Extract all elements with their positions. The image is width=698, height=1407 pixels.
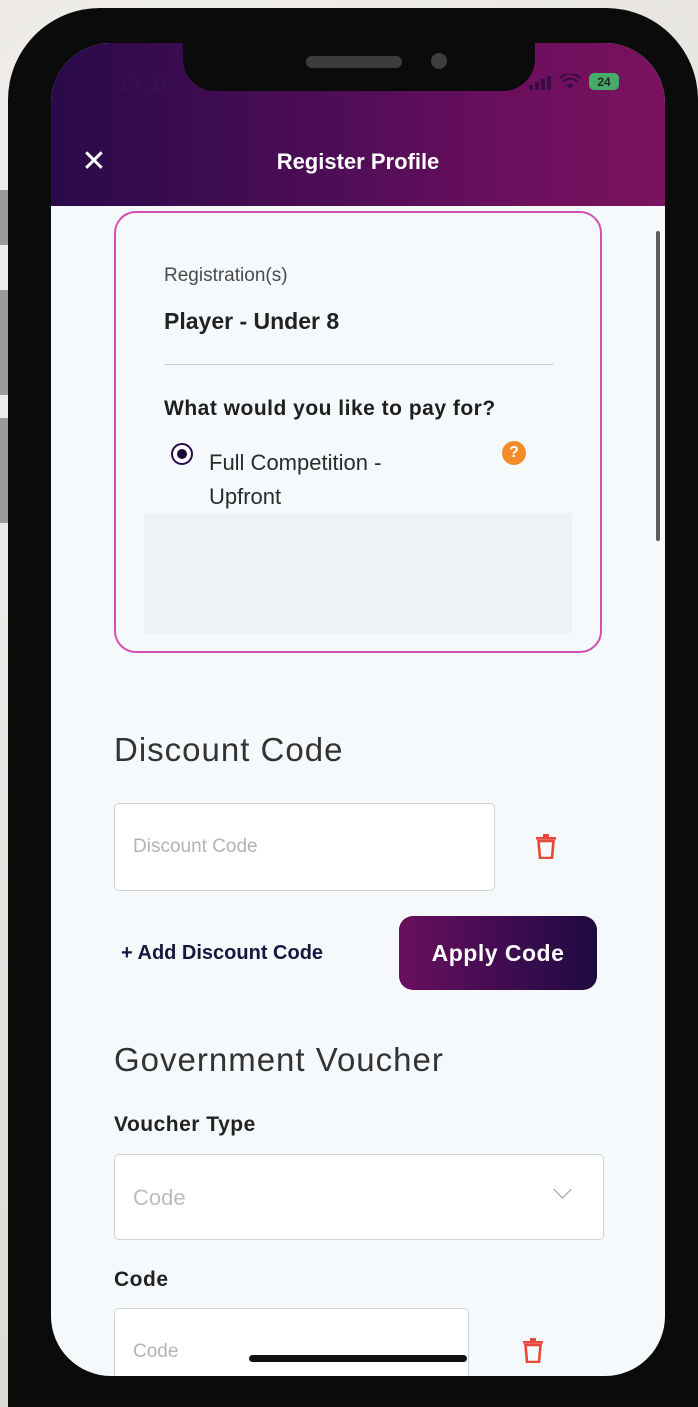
voucher-section-title: Government Voucher: [114, 1041, 444, 1078]
home-indicator[interactable]: [249, 1355, 467, 1362]
voucher-code-placeholder: Code: [133, 1341, 179, 1362]
voucher-type-label: Voucher Type: [114, 1113, 256, 1136]
apply-code-button[interactable]: Apply Code: [399, 916, 597, 990]
speaker: [306, 56, 402, 68]
app-screen: 13:10 24 ✕ Register Profile Registration…: [51, 43, 665, 1376]
status-time: 13:10: [117, 71, 174, 96]
discount-code-input[interactable]: Discount Code: [114, 803, 495, 891]
payment-option-radio[interactable]: [171, 443, 193, 465]
scrollbar[interactable]: [656, 231, 660, 541]
delete-voucher-icon[interactable]: [522, 1337, 544, 1363]
registration-card: Registration(s) Player - Under 8 What wo…: [114, 211, 602, 653]
add-discount-code-link[interactable]: + Add Discount Code: [121, 942, 323, 965]
registration-value: Player - Under 8: [164, 308, 340, 334]
payment-option-label[interactable]: Full Competition - Upfront: [209, 446, 449, 514]
signal-icon: [529, 74, 551, 90]
battery-icon: 24: [589, 73, 619, 90]
code-label: Code: [114, 1268, 169, 1291]
delete-discount-icon[interactable]: [535, 833, 557, 859]
status-icons: 24: [529, 73, 619, 90]
discount-section-title: Discount Code: [114, 731, 344, 768]
main-content: Registration(s) Player - Under 8 What wo…: [51, 206, 665, 1376]
discount-code-placeholder: Discount Code: [133, 836, 258, 857]
page-title: Register Profile: [276, 149, 440, 174]
payment-question: What would you like to pay for?: [164, 397, 496, 420]
divider: [164, 364, 554, 365]
wifi-icon: [559, 73, 581, 89]
front-camera: [431, 53, 447, 69]
voucher-type-select[interactable]: Code: [114, 1154, 604, 1240]
chevron-down-icon: [553, 1180, 572, 1199]
voucher-type-value: Code: [133, 1185, 186, 1210]
registration-label: Registration(s): [164, 265, 288, 286]
voucher-code-input[interactable]: Code: [114, 1308, 469, 1376]
help-icon[interactable]: ?: [502, 441, 526, 465]
card-panel: [144, 513, 572, 633]
